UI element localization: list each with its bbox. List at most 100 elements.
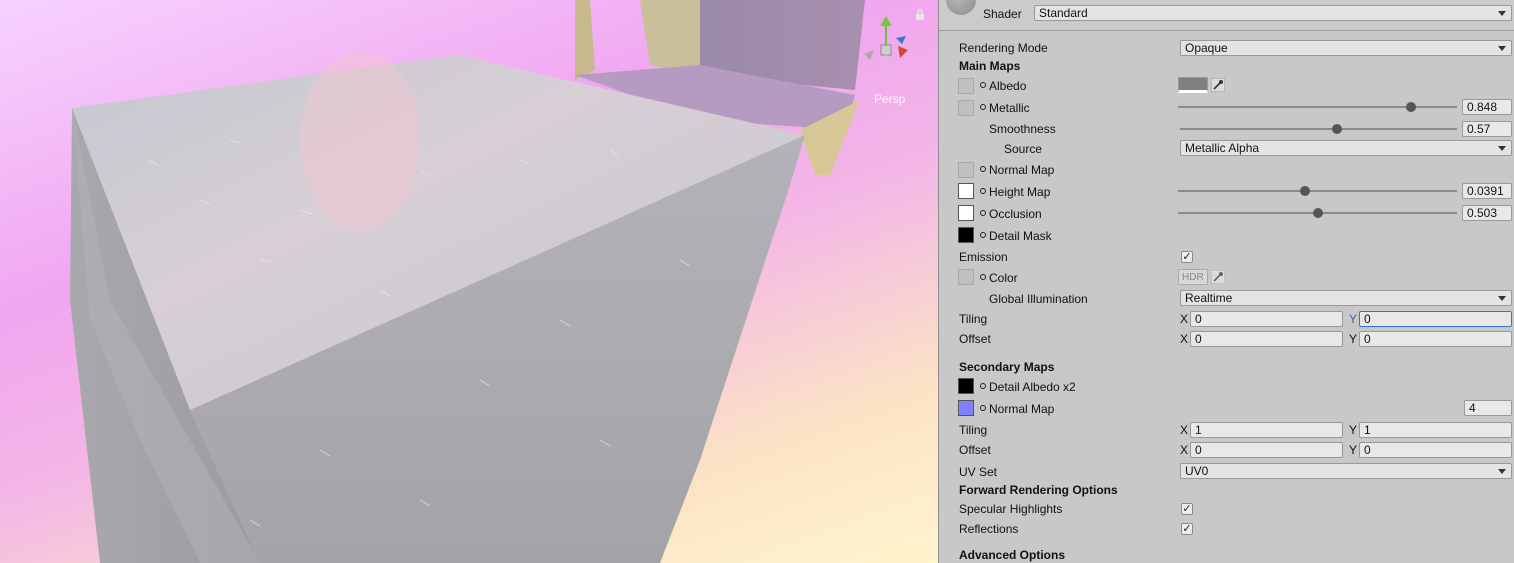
- height-map-slider-track[interactable]: [1178, 190, 1457, 192]
- eyedropper-icon[interactable]: [1211, 270, 1225, 284]
- shader-value: Standard: [1039, 6, 1088, 20]
- main-maps-title: Main Maps: [959, 59, 1021, 73]
- metallic-slider-thumb[interactable]: [1406, 102, 1416, 112]
- neg-x-cone[interactable]: [864, 50, 874, 60]
- secondary-offset-y-axis-label: Y: [1349, 443, 1358, 457]
- normal-map-texture-slot[interactable]: [958, 162, 974, 178]
- global-illumination-label: Global Illumination: [989, 292, 1088, 306]
- global-illumination-dropdown[interactable]: Realtime: [1180, 290, 1512, 306]
- detail-albedo-texture-slot[interactable]: [958, 378, 974, 394]
- smoothness-slider-thumb[interactable]: [1332, 124, 1342, 134]
- forward-rendering-title: Forward Rendering Options: [959, 483, 1118, 497]
- smoothness-slider-track[interactable]: [1180, 128, 1457, 130]
- detail-mask-object-picker-icon[interactable]: [980, 232, 986, 238]
- source-label: Source: [1004, 142, 1043, 156]
- occlusion-object-picker-icon[interactable]: [980, 210, 986, 216]
- global-illumination-value: Realtime: [1185, 291, 1233, 305]
- y-axis-cone[interactable]: [880, 16, 892, 26]
- emission-color-swatch[interactable]: HDR: [1178, 269, 1208, 285]
- occlusion-texture-slot[interactable]: [958, 205, 974, 221]
- rendering-mode-value: Opaque: [1185, 41, 1228, 55]
- main-tiling-y-axis-label: Y: [1349, 312, 1358, 326]
- uv-set-value: UV0: [1185, 464, 1209, 478]
- chevron-down-icon: [1498, 11, 1506, 16]
- material-preview-icon: [946, 0, 976, 15]
- main-tiling-label: Tiling: [959, 312, 988, 326]
- height-map-label: Height Map: [989, 185, 1051, 199]
- secondary-normal-map-label: Normal Map: [989, 402, 1055, 416]
- secondary-normal-map-texture-slot[interactable]: [958, 400, 974, 416]
- metallic-texture-slot[interactable]: [958, 100, 974, 116]
- scene-view[interactable]: Persp: [0, 0, 938, 563]
- metallic-value-field[interactable]: 0.848: [1462, 99, 1512, 115]
- albedo-color-swatch[interactable]: [1178, 77, 1208, 93]
- pillar-left-face: [640, 0, 700, 75]
- advanced-options-title: Advanced Options: [959, 548, 1066, 562]
- emission-color-label: Color: [989, 271, 1018, 285]
- height-map-texture-slot[interactable]: [958, 183, 974, 199]
- specular-highlight: [300, 50, 420, 230]
- uv-set-label: UV Set: [959, 465, 998, 479]
- detail-mask-label: Detail Mask: [989, 229, 1052, 243]
- main-offset-y-field[interactable]: 0: [1359, 331, 1512, 347]
- main-tiling-x-axis-label: X: [1180, 312, 1189, 326]
- eyedropper-icon[interactable]: [1211, 78, 1225, 92]
- main-offset-label: Offset: [959, 332, 991, 346]
- secondary-tiling-y-field[interactable]: 1: [1359, 422, 1512, 438]
- occlusion-value-field[interactable]: 0.503: [1462, 205, 1512, 221]
- chevron-down-icon: [1498, 296, 1506, 301]
- x-axis-cone[interactable]: [898, 46, 908, 58]
- secondary-tiling-x-field[interactable]: 1: [1190, 422, 1343, 438]
- lock-icon[interactable]: [915, 9, 925, 21]
- smoothness-value-field[interactable]: 0.57: [1462, 121, 1512, 137]
- main-offset-x-field[interactable]: 0: [1190, 331, 1343, 347]
- secondary-offset-label: Offset: [959, 443, 991, 457]
- secondary-tiling-y-axis-label: Y: [1349, 423, 1358, 437]
- occlusion-label: Occlusion: [989, 207, 1042, 221]
- secondary-normal-scale-field[interactable]: 4: [1464, 400, 1512, 416]
- source-dropdown[interactable]: Metallic Alpha: [1180, 140, 1512, 156]
- metallic-object-picker-icon[interactable]: [980, 104, 986, 110]
- height-map-value-field[interactable]: 0.0391: [1462, 183, 1512, 199]
- secondary-tiling-x-axis-label: X: [1180, 423, 1189, 437]
- reflections-label: Reflections: [959, 522, 1019, 536]
- emission-texture-slot[interactable]: [958, 269, 974, 285]
- detail-mask-texture-slot[interactable]: [958, 227, 974, 243]
- source-value: Metallic Alpha: [1185, 141, 1260, 155]
- normal-map-object-picker-icon[interactable]: [980, 166, 986, 172]
- height-map-slider-thumb[interactable]: [1300, 186, 1310, 196]
- z-axis-cone[interactable]: [896, 36, 906, 44]
- secondary-normal-map-object-picker-icon[interactable]: [980, 405, 986, 411]
- occlusion-slider-thumb[interactable]: [1313, 208, 1323, 218]
- main-tiling-y-field[interactable]: 0: [1359, 311, 1512, 327]
- albedo-object-picker-icon[interactable]: [980, 82, 986, 88]
- albedo-texture-slot[interactable]: [958, 78, 974, 94]
- emission-object-picker-icon[interactable]: [980, 274, 986, 280]
- orientation-gizmo[interactable]: [852, 14, 922, 74]
- shader-dropdown[interactable]: Standard: [1034, 5, 1512, 21]
- material-inspector: Shader Standard Rendering Mode Opaque Ma…: [938, 0, 1514, 563]
- specular-highlights-checkbox[interactable]: ✓: [1181, 503, 1193, 515]
- secondary-offset-x-field[interactable]: 0: [1190, 442, 1343, 458]
- secondary-tiling-label: Tiling: [959, 423, 988, 437]
- hdr-label: HDR: [1182, 272, 1204, 283]
- secondary-offset-y-field[interactable]: 0: [1359, 442, 1512, 458]
- main-offset-x-axis-label: X: [1180, 332, 1189, 346]
- reflections-checkbox[interactable]: ✓: [1181, 523, 1193, 535]
- main-tiling-x-field[interactable]: 0: [1190, 311, 1343, 327]
- rendering-mode-dropdown[interactable]: Opaque: [1180, 40, 1512, 56]
- scene-render: [70, 0, 865, 563]
- material-header: Shader Standard: [939, 0, 1514, 31]
- emission-label: Emission: [959, 250, 1008, 264]
- detail-albedo-object-picker-icon[interactable]: [980, 383, 986, 389]
- chevron-down-icon: [1498, 146, 1506, 151]
- emission-checkbox[interactable]: ✓: [1181, 251, 1193, 263]
- uv-set-dropdown[interactable]: UV0: [1180, 463, 1512, 479]
- height-map-object-picker-icon[interactable]: [980, 188, 986, 194]
- smoothness-label: Smoothness: [989, 122, 1056, 136]
- pillar-left: [575, 0, 595, 80]
- chevron-down-icon: [1498, 46, 1506, 51]
- projection-label[interactable]: Persp: [874, 92, 905, 106]
- rendering-mode-label: Rendering Mode: [959, 41, 1048, 55]
- main-offset-y-axis-label: Y: [1349, 332, 1358, 346]
